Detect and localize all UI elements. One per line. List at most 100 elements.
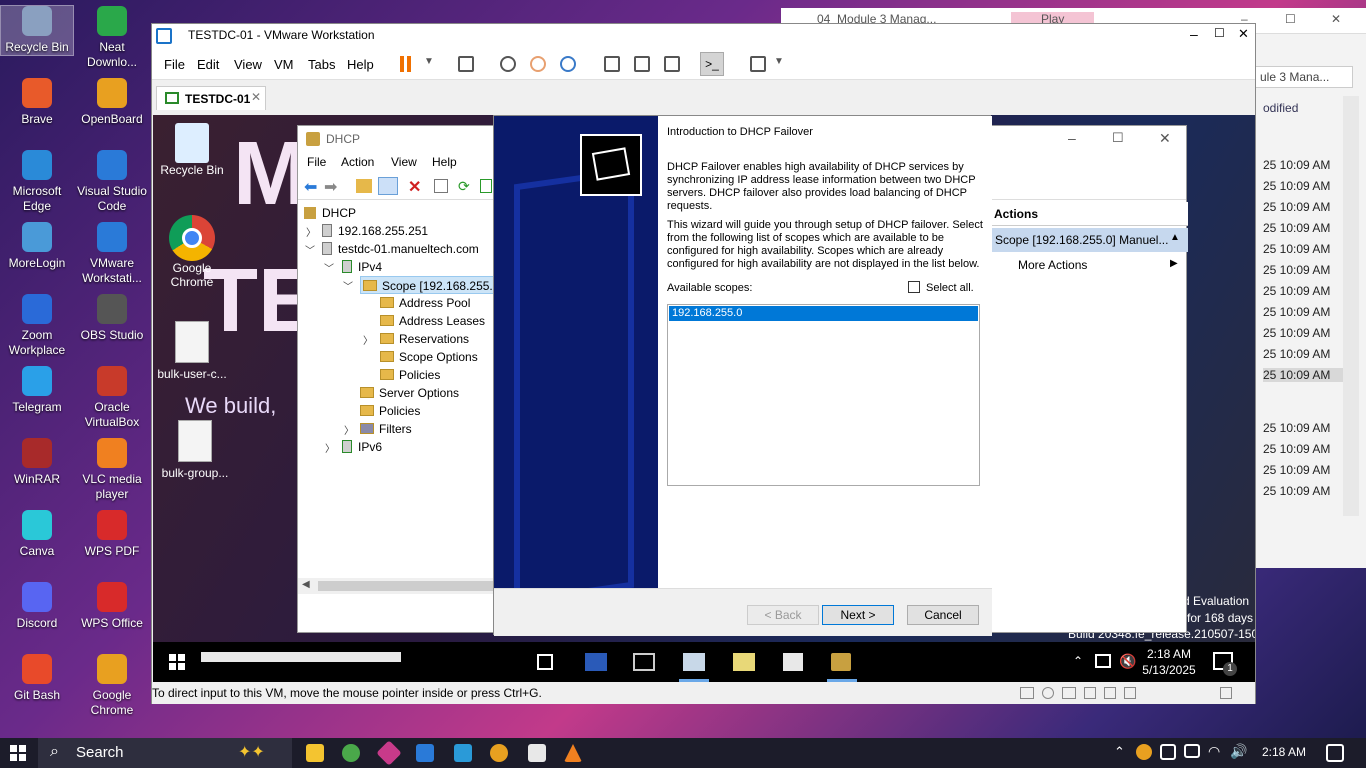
desktop-icon-openboard[interactable]: OpenBoard (76, 78, 148, 127)
guest-icon-bulk-group[interactable]: bulk-group... (155, 420, 235, 480)
stretch-icon[interactable] (750, 56, 766, 72)
vm-tab-close-icon[interactable]: ✕ (251, 90, 261, 104)
back-arrow-icon[interactable]: ⬅ (304, 177, 317, 197)
tree-node-server2[interactable]: testdc-01.manueltech.com (322, 240, 479, 258)
show-hide-tree-icon[interactable] (378, 177, 398, 195)
tree-node-scope-options[interactable]: Scope Options (380, 348, 478, 366)
stretch-dropdown-icon[interactable]: ▼ (774, 56, 784, 67)
tray-camera-icon[interactable] (1160, 744, 1176, 760)
tree-node-ipv6[interactable]: IPv6 (342, 438, 382, 456)
menu-edit[interactable]: Edit (197, 57, 219, 72)
guest-screen[interactable]: M TE We build, Recycle Bin Google Chrome… (153, 115, 1255, 682)
tree-node-filters[interactable]: Filters (360, 420, 412, 438)
desktop-icon-google-chrome[interactable]: Google Chrome (76, 654, 148, 718)
cd-icon[interactable] (1042, 687, 1054, 699)
forward-arrow-icon[interactable]: ➡ (324, 177, 337, 197)
bg-file-modified-time[interactable]: 25 10:09 AM (1263, 263, 1330, 277)
wifi-icon[interactable]: ◠ (1208, 743, 1220, 760)
bg-file-modified-time[interactable]: 25 10:09 AM (1263, 326, 1330, 340)
expand-chevron-icon[interactable]: 〉 (325, 440, 335, 455)
dhcp-menu-help[interactable]: Help (432, 155, 457, 169)
bg-file-modified-time[interactable]: 25 10:09 AM (1263, 221, 1330, 235)
app-icon-green[interactable] (342, 744, 360, 762)
tree-node-scope[interactable]: Scope [192.168.255.0] (360, 276, 506, 294)
host-clock[interactable]: 2:18 AM (1262, 745, 1306, 759)
desktop-icon-neat-downloader[interactable]: Neat Downlo... (76, 6, 148, 70)
folder-taskbar-icon[interactable] (733, 653, 755, 671)
volume-muted-icon[interactable]: 🔇 (1119, 653, 1136, 670)
desktop-icon-morelogin[interactable]: MoreLogin (1, 222, 73, 271)
thumbnail-icon[interactable] (634, 56, 650, 72)
desktop-icon-brave[interactable]: Brave (1, 78, 73, 127)
desktop-icon-telegram[interactable]: Telegram (1, 366, 73, 415)
desktop-icon-zoom[interactable]: Zoom Workplace (1, 294, 73, 358)
desktop-icon-recycle-bin[interactable]: Recycle Bin (0, 5, 74, 56)
bg-maximize-icon[interactable]: ☐ (1285, 12, 1296, 26)
tree-node-policies[interactable]: Policies (360, 402, 420, 420)
guest-icon-recycle-bin[interactable]: Recycle Bin (157, 123, 227, 177)
host-search-box[interactable]: ⌕ Search ✦✦ (38, 738, 292, 768)
app-icon-grid[interactable] (528, 744, 546, 762)
vscode-taskbar-icon[interactable] (454, 744, 472, 762)
desktop-icon-winrar[interactable]: WinRAR (1, 438, 73, 487)
bg-file-modified-time[interactable]: 25 10:09 AM (1263, 484, 1330, 498)
speaker-icon[interactable]: 🔊 (1230, 743, 1247, 760)
printer-icon[interactable] (1124, 687, 1136, 699)
guest-clock[interactable]: 2:18 AM 5/13/2025 (1139, 646, 1199, 678)
network-icon[interactable] (1095, 654, 1111, 668)
dhcp-taskbar-icon[interactable] (831, 653, 851, 671)
dhcp-minimize-icon[interactable]: – (1068, 130, 1076, 146)
tree-node-dhcp[interactable]: DHCP (304, 204, 356, 222)
show-hidden-icons[interactable]: ⌃ (1073, 654, 1083, 668)
expand-chevron-icon[interactable]: 〉 (344, 422, 354, 437)
menu-tabs[interactable]: Tabs (308, 57, 335, 72)
power-dropdown-icon[interactable]: ▼ (424, 56, 434, 67)
actions-scope-group[interactable]: Scope [192.168.255.0] Manuel... ▲ (992, 228, 1188, 252)
desktop-icon-wps-pdf[interactable]: WPS PDF (76, 510, 148, 559)
guest-icon-chrome[interactable]: Google Chrome (157, 215, 227, 289)
guest-icon-bulk-user[interactable]: bulk-user-c... (155, 321, 229, 381)
vm-maximize-icon[interactable]: ☐ (1214, 26, 1225, 40)
desktop-icon-vlc[interactable]: VLC media player (76, 438, 148, 502)
desktop-icon-git-bash[interactable]: Git Bash (1, 654, 73, 703)
next-button[interactable]: Next > (822, 605, 894, 625)
guest-search-placeholder[interactable] (201, 652, 401, 662)
bg-file-modified-time[interactable]: 25 10:09 AM (1263, 242, 1330, 256)
menu-vm[interactable]: VM (274, 57, 294, 72)
hdd-icon[interactable] (1020, 687, 1034, 699)
console-view-icon[interactable]: >_ (700, 52, 724, 76)
bg-column-header[interactable]: odified (1263, 101, 1298, 115)
tree-node-address-leases[interactable]: Address Leases (380, 312, 485, 330)
export-list-icon[interactable] (480, 179, 492, 193)
tree-hscrollbar[interactable]: ◀ (298, 578, 494, 594)
bg-scrollbar[interactable] (1343, 96, 1359, 516)
full-screen-icon[interactable] (664, 56, 680, 72)
expand-chevron-icon[interactable]: 〉 (306, 224, 316, 239)
properties-icon[interactable] (434, 179, 448, 193)
host-show-hidden-icons[interactable]: ⌃ (1114, 744, 1125, 760)
file-explorer-icon[interactable] (306, 744, 324, 762)
app-icon-pink[interactable] (376, 740, 402, 766)
usb-icon[interactable] (1084, 687, 1096, 699)
host-start-icon[interactable] (10, 745, 26, 761)
vm-tab-testdc01[interactable]: TESTDC-01 ✕ (156, 86, 266, 110)
desktop-icon-virtualbox[interactable]: Oracle VirtualBox (76, 366, 148, 430)
collapse-up-icon[interactable]: ▲ (1170, 232, 1180, 243)
bg-file-modified-time[interactable]: 25 10:09 AM (1263, 463, 1330, 477)
vmware-taskbar-icon[interactable] (416, 744, 434, 762)
scroll-left-icon[interactable]: ◀ (302, 579, 310, 590)
select-all-checkbox[interactable] (908, 281, 920, 293)
up-folder-icon[interactable] (356, 179, 372, 193)
windows-start-icon[interactable] (169, 654, 185, 670)
bg-file-modified-time[interactable]: 25 10:09 AM (1263, 305, 1330, 319)
tree-node-server-options[interactable]: Server Options (360, 384, 459, 402)
collapse-chevron-icon[interactable]: ﹀ (343, 278, 353, 293)
menu-view[interactable]: View (234, 57, 262, 72)
refresh-icon[interactable]: ⟳ (458, 178, 470, 195)
tree-node-address-pool[interactable]: Address Pool (380, 294, 470, 312)
sound-icon[interactable] (1104, 687, 1116, 699)
bg-file-modified-time[interactable]: 25 10:09 AM (1263, 200, 1330, 214)
desktop-icon-vmware[interactable]: VMware Workstati... (76, 222, 148, 286)
tree-node-server1[interactable]: 192.168.255.251 (322, 222, 428, 240)
bg-file-modified-time[interactable]: 25 10:09 AM (1263, 421, 1330, 435)
